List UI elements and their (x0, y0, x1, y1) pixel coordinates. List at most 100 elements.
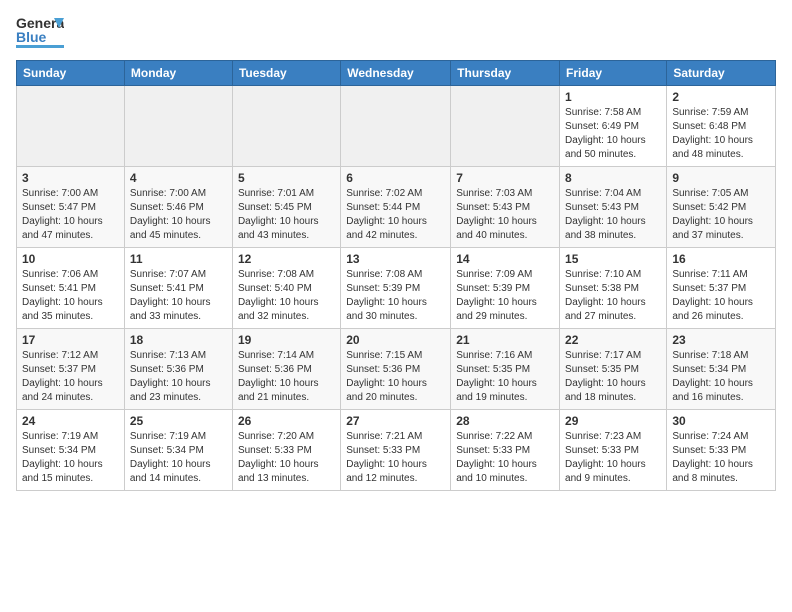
day-number: 14 (456, 252, 554, 266)
day-number: 8 (565, 171, 661, 185)
day-info: Sunrise: 7:13 AM Sunset: 5:36 PM Dayligh… (130, 349, 227, 405)
day-number: 5 (238, 171, 335, 185)
weekday-header-thursday: Thursday (451, 61, 560, 86)
day-info: Sunrise: 7:17 AM Sunset: 5:35 PM Dayligh… (565, 349, 661, 405)
weekday-header-wednesday: Wednesday (341, 61, 451, 86)
calendar-cell: 25 Sunrise: 7:19 AM Sunset: 5:34 PM Dayli… (124, 410, 232, 491)
day-info: Sunrise: 7:00 AM Sunset: 5:47 PM Dayligh… (22, 187, 119, 243)
day-number: 2 (672, 90, 770, 104)
day-number: 17 (22, 333, 119, 347)
calendar-header-row: SundayMondayTuesdayWednesdayThursdayFrid… (17, 61, 776, 86)
day-info: Sunrise: 7:12 AM Sunset: 5:37 PM Dayligh… (22, 349, 119, 405)
day-info: Sunrise: 7:23 AM Sunset: 5:33 PM Dayligh… (565, 430, 661, 486)
day-info: Sunrise: 7:15 AM Sunset: 5:36 PM Dayligh… (346, 349, 445, 405)
weekday-header-saturday: Saturday (667, 61, 776, 86)
day-info: Sunrise: 7:03 AM Sunset: 5:43 PM Dayligh… (456, 187, 554, 243)
weekday-header-tuesday: Tuesday (232, 61, 340, 86)
day-info: Sunrise: 7:21 AM Sunset: 5:33 PM Dayligh… (346, 430, 445, 486)
day-number: 24 (22, 414, 119, 428)
day-number: 27 (346, 414, 445, 428)
calendar-cell (451, 86, 560, 167)
day-info: Sunrise: 7:00 AM Sunset: 5:46 PM Dayligh… (130, 187, 227, 243)
day-number: 6 (346, 171, 445, 185)
calendar-cell: 1 Sunrise: 7:58 AM Sunset: 6:49 PM Daylig… (560, 86, 667, 167)
day-info: Sunrise: 7:08 AM Sunset: 5:39 PM Dayligh… (346, 268, 445, 324)
day-number: 1 (565, 90, 661, 104)
day-number: 21 (456, 333, 554, 347)
day-info: Sunrise: 7:59 AM Sunset: 6:48 PM Dayligh… (672, 106, 770, 162)
day-number: 10 (22, 252, 119, 266)
day-info: Sunrise: 7:07 AM Sunset: 5:41 PM Dayligh… (130, 268, 227, 324)
day-info: Sunrise: 7:11 AM Sunset: 5:37 PM Dayligh… (672, 268, 770, 324)
day-info: Sunrise: 7:19 AM Sunset: 5:34 PM Dayligh… (22, 430, 119, 486)
day-number: 4 (130, 171, 227, 185)
calendar-cell (17, 86, 125, 167)
day-number: 19 (238, 333, 335, 347)
day-number: 12 (238, 252, 335, 266)
day-info: Sunrise: 7:16 AM Sunset: 5:35 PM Dayligh… (456, 349, 554, 405)
day-number: 28 (456, 414, 554, 428)
calendar-cell: 26 Sunrise: 7:20 AM Sunset: 5:33 PM Dayli… (232, 410, 340, 491)
day-info: Sunrise: 7:58 AM Sunset: 6:49 PM Dayligh… (565, 106, 661, 162)
calendar-cell: 10 Sunrise: 7:06 AM Sunset: 5:41 PM Dayli… (17, 248, 125, 329)
calendar-week-row: 3 Sunrise: 7:00 AM Sunset: 5:47 PM Daylig… (17, 167, 776, 248)
day-info: Sunrise: 7:02 AM Sunset: 5:44 PM Dayligh… (346, 187, 445, 243)
day-number: 16 (672, 252, 770, 266)
day-number: 15 (565, 252, 661, 266)
calendar-table: SundayMondayTuesdayWednesdayThursdayFrid… (16, 60, 776, 491)
calendar-cell: 2 Sunrise: 7:59 AM Sunset: 6:48 PM Daylig… (667, 86, 776, 167)
calendar-week-row: 10 Sunrise: 7:06 AM Sunset: 5:41 PM Dayli… (17, 248, 776, 329)
day-number: 22 (565, 333, 661, 347)
day-number: 30 (672, 414, 770, 428)
day-info: Sunrise: 7:01 AM Sunset: 5:45 PM Dayligh… (238, 187, 335, 243)
day-number: 3 (22, 171, 119, 185)
calendar-cell: 15 Sunrise: 7:10 AM Sunset: 5:38 PM Dayli… (560, 248, 667, 329)
day-info: Sunrise: 7:22 AM Sunset: 5:33 PM Dayligh… (456, 430, 554, 486)
day-info: Sunrise: 7:05 AM Sunset: 5:42 PM Dayligh… (672, 187, 770, 243)
day-number: 13 (346, 252, 445, 266)
day-info: Sunrise: 7:10 AM Sunset: 5:38 PM Dayligh… (565, 268, 661, 324)
calendar-cell: 4 Sunrise: 7:00 AM Sunset: 5:46 PM Daylig… (124, 167, 232, 248)
logo-icon: General Blue (16, 10, 64, 54)
calendar-cell: 17 Sunrise: 7:12 AM Sunset: 5:37 PM Dayli… (17, 329, 125, 410)
calendar-cell: 5 Sunrise: 7:01 AM Sunset: 5:45 PM Daylig… (232, 167, 340, 248)
page-container: General Blue SundayMondayTuesdayWednesda… (0, 0, 792, 501)
day-info: Sunrise: 7:08 AM Sunset: 5:40 PM Dayligh… (238, 268, 335, 324)
calendar-cell: 19Sunrise: 7:14 AM Sunset: 5:36 PM Dayli… (232, 329, 340, 410)
day-info: Sunrise: 7:20 AM Sunset: 5:33 PM Dayligh… (238, 430, 335, 486)
weekday-header-monday: Monday (124, 61, 232, 86)
day-number: 18 (130, 333, 227, 347)
day-info: Sunrise: 7:06 AM Sunset: 5:41 PM Dayligh… (22, 268, 119, 324)
calendar-cell: 30 Sunrise: 7:24 AM Sunset: 5:33 PM Dayli… (667, 410, 776, 491)
day-number: 25 (130, 414, 227, 428)
calendar-cell (232, 86, 340, 167)
calendar-cell: 12 Sunrise: 7:08 AM Sunset: 5:40 PM Dayli… (232, 248, 340, 329)
calendar-week-row: 1 Sunrise: 7:58 AM Sunset: 6:49 PM Daylig… (17, 86, 776, 167)
calendar-cell: 18 Sunrise: 7:13 AM Sunset: 5:36 PM Dayli… (124, 329, 232, 410)
day-info: Sunrise: 7:24 AM Sunset: 5:33 PM Dayligh… (672, 430, 770, 486)
day-number: 26 (238, 414, 335, 428)
calendar-week-row: 24 Sunrise: 7:19 AM Sunset: 5:34 PM Dayli… (17, 410, 776, 491)
calendar-cell: 21 Sunrise: 7:16 AM Sunset: 5:35 PM Dayli… (451, 329, 560, 410)
calendar-cell: 27 Sunrise: 7:21 AM Sunset: 5:33 PM Dayli… (341, 410, 451, 491)
calendar-cell: 6 Sunrise: 7:02 AM Sunset: 5:44 PM Daylig… (341, 167, 451, 248)
calendar-cell: 9 Sunrise: 7:05 AM Sunset: 5:42 PM Daylig… (667, 167, 776, 248)
calendar-cell: 23Sunrise: 7:18 AM Sunset: 5:34 PM Dayli… (667, 329, 776, 410)
calendar-cell: 29 Sunrise: 7:23 AM Sunset: 5:33 PM Dayli… (560, 410, 667, 491)
day-info: Sunrise: 7:04 AM Sunset: 5:43 PM Dayligh… (565, 187, 661, 243)
calendar-cell: 16 Sunrise: 7:11 AM Sunset: 5:37 PM Dayli… (667, 248, 776, 329)
calendar-week-row: 17 Sunrise: 7:12 AM Sunset: 5:37 PM Dayli… (17, 329, 776, 410)
day-number: 9 (672, 171, 770, 185)
calendar-cell: 3 Sunrise: 7:00 AM Sunset: 5:47 PM Daylig… (17, 167, 125, 248)
day-info: Sunrise: 7:19 AM Sunset: 5:34 PM Dayligh… (130, 430, 227, 486)
calendar-cell: 28 Sunrise: 7:22 AM Sunset: 5:33 PM Dayli… (451, 410, 560, 491)
svg-text:Blue: Blue (16, 29, 47, 45)
calendar-cell: 7Sunrise: 7:03 AM Sunset: 5:43 PM Daylig… (451, 167, 560, 248)
calendar-cell: 11 Sunrise: 7:07 AM Sunset: 5:41 PM Dayli… (124, 248, 232, 329)
header: General Blue (16, 10, 776, 54)
day-number: 11 (130, 252, 227, 266)
day-number: 29 (565, 414, 661, 428)
calendar-cell: 14Sunrise: 7:09 AM Sunset: 5:39 PM Dayli… (451, 248, 560, 329)
weekday-header-friday: Friday (560, 61, 667, 86)
calendar-cell: 8 Sunrise: 7:04 AM Sunset: 5:43 PM Daylig… (560, 167, 667, 248)
